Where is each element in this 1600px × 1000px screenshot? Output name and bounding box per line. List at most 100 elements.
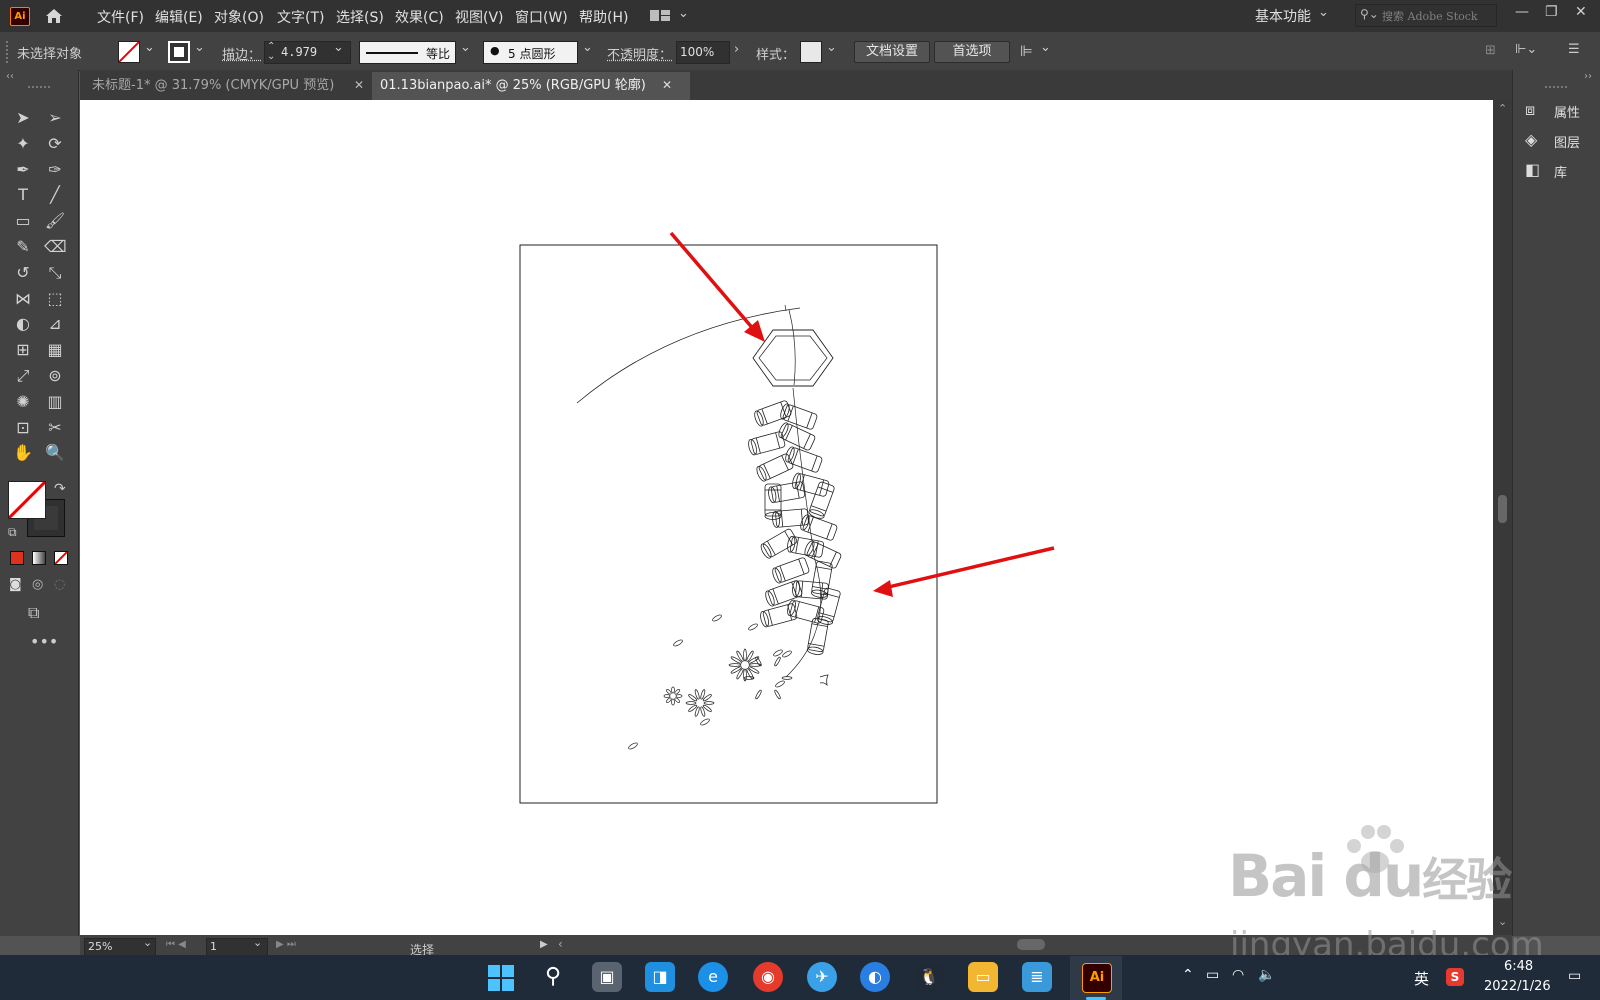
menu-7[interactable]: 视图(V) — [455, 7, 504, 27]
notepad-icon[interactable]: ≣ — [1022, 962, 1052, 992]
libraries-icon[interactable]: ◧ — [1525, 160, 1540, 179]
close-tab-icon[interactable]: ✕ — [354, 78, 364, 92]
draw-behind-icon[interactable]: ◎ — [32, 577, 43, 592]
panel-toggle-icon[interactable]: ⊩⌄ — [1515, 42, 1537, 57]
menu-6[interactable]: 效果(C) — [395, 7, 444, 27]
hand-tool-icon[interactable]: ✋ — [12, 442, 34, 464]
chevron-down-icon[interactable]: ⌄ — [144, 40, 155, 55]
artboard-number-field[interactable]: 1 ⌄ — [206, 936, 268, 956]
chevron-down-icon[interactable]: ⌄ — [582, 40, 593, 55]
pen-tool-icon[interactable]: ✒ — [12, 159, 34, 181]
shaper-tool-icon[interactable]: ✎ — [12, 236, 34, 258]
ime-indicator[interactable]: 英 — [1414, 968, 1429, 989]
next-page-icon[interactable]: ▶ ⏭ — [276, 939, 296, 950]
workspace-switcher[interactable]: 基本功能 — [1255, 6, 1311, 26]
chevron-down-icon[interactable]: ⌄ — [1318, 5, 1329, 20]
brush-definition[interactable]: ● 5 点圆形 — [483, 41, 578, 64]
gradient-tool-icon[interactable]: ▦ — [44, 339, 66, 361]
align-icon[interactable]: ⊫ — [1020, 42, 1033, 60]
home-icon[interactable] — [44, 6, 64, 26]
arrange-icon[interactable]: ⊞ — [1485, 43, 1496, 58]
menu-5[interactable]: 选择(S) — [336, 7, 384, 27]
line-tool-icon[interactable]: ╱ — [44, 184, 66, 206]
eyedropper-tool-icon[interactable]: ⤢ — [12, 365, 34, 387]
canvas[interactable] — [80, 100, 1493, 935]
direct-selection-tool-icon[interactable]: ➢ — [44, 107, 66, 129]
rectangle-tool-icon[interactable]: ▭ — [12, 210, 34, 232]
rotate-tool-icon[interactable]: ↺ — [12, 262, 34, 284]
default-colors-icon[interactable]: ⧉ — [8, 525, 17, 540]
panel-properties[interactable]: 属性 — [1554, 102, 1580, 121]
artboard-tool-icon[interactable]: ⊡ — [12, 417, 34, 439]
zoom-field[interactable]: 25% ⌄ — [84, 936, 156, 956]
shape-builder-icon[interactable]: ◐ — [12, 313, 34, 335]
tray-chevron-icon[interactable]: ⌃ — [1182, 967, 1194, 983]
widgets-icon[interactable]: ◨ — [645, 962, 675, 992]
gradient-mode-icon[interactable] — [32, 551, 46, 565]
close-tab-icon[interactable]: ✕ — [662, 78, 672, 92]
stepper-icon[interactable]: ⌃ ⌄ — [267, 42, 275, 62]
color-mode-icon[interactable] — [10, 551, 24, 565]
preferences-button[interactable]: 首选项 — [934, 41, 1010, 63]
sogou-icon[interactable]: S — [1446, 968, 1464, 986]
fill-swatch[interactable] — [118, 41, 140, 63]
volume-icon[interactable]: 🔈 — [1258, 967, 1275, 983]
free-transform-icon[interactable]: ⬚ — [44, 288, 66, 310]
mesh-tool-icon[interactable]: ⊞ — [12, 339, 34, 361]
chevron-right-icon[interactable]: › — [734, 42, 739, 57]
arrange-documents-icon[interactable] — [650, 9, 672, 23]
swap-icon[interactable]: ↷ — [54, 481, 66, 497]
chevron-down-icon[interactable]: ⌄ — [678, 6, 689, 21]
menu-9[interactable]: 帮助(H) — [579, 7, 628, 27]
chevron-down-icon[interactable]: ⌄ — [1040, 40, 1051, 55]
start-icon[interactable] — [488, 965, 514, 995]
chrome-icon[interactable]: ◉ — [753, 962, 783, 992]
paintbrush-tool-icon[interactable]: 🖌 — [44, 210, 66, 232]
qq-icon[interactable]: 🐧 — [914, 962, 944, 992]
collapse-icon[interactable]: ‹‹ — [6, 71, 14, 82]
wifi-icon[interactable]: ◠ — [1232, 967, 1244, 983]
menu-2[interactable]: 编辑(E) — [155, 7, 203, 27]
perspective-grid-icon[interactable]: ⊿ — [44, 313, 66, 335]
tab-untitled[interactable]: 未标题-1* @ 31.79% (CMYK/GPU 预览) — [84, 72, 370, 100]
file-explorer-icon[interactable]: ▭ — [968, 962, 998, 992]
magic-wand-icon[interactable]: ✦ — [12, 133, 34, 155]
screen-mode-icon[interactable]: ⧉ — [28, 603, 39, 623]
scroll-thumb[interactable] — [1498, 495, 1507, 523]
collapse-icon[interactable]: ›› — [1584, 71, 1592, 82]
fill-color-swatch[interactable] — [7, 480, 47, 520]
tab-bianpao[interactable]: 01.13bianpao.ai* @ 25% (RGB/GPU 轮廓) — [372, 72, 690, 100]
menu-4[interactable]: 文字(T) — [277, 7, 324, 27]
document-setup-button[interactable]: 文档设置 — [854, 41, 930, 63]
curvature-tool-icon[interactable]: ✑ — [44, 159, 66, 181]
battery-icon[interactable]: ▭ — [1206, 967, 1219, 983]
status-menu-icon[interactable]: ▶ — [540, 939, 548, 950]
stroke-weight-input[interactable]: ⌃ ⌄ 4.979 ⌄ — [264, 40, 351, 64]
first-page-icon[interactable]: ⏮ ◀ — [166, 939, 186, 950]
blend-tool-icon[interactable]: ⊚ — [44, 365, 66, 387]
menu-3[interactable]: 对象(O) — [214, 7, 264, 27]
panel-layers[interactable]: 图层 — [1554, 132, 1580, 151]
selection-tool-icon[interactable]: ➤ — [12, 107, 34, 129]
minimize-button[interactable]: — — [1515, 4, 1529, 20]
chevron-down-icon[interactable]: ⌄ — [826, 40, 837, 55]
more-tools-icon[interactable]: ••• — [30, 632, 58, 651]
chevron-down-icon[interactable]: ⌄ — [253, 936, 262, 949]
chevron-down-icon[interactable]: ⌄ — [194, 40, 205, 55]
properties-icon[interactable]: ⧈ — [1525, 100, 1535, 120]
opacity-input[interactable]: 100% — [676, 41, 730, 64]
messenger-icon[interactable]: ✈ — [807, 962, 837, 992]
restore-button[interactable]: ❐ — [1545, 4, 1558, 20]
vertical-scrollbar[interactable]: ⌃ ⌄ — [1493, 100, 1512, 935]
type-tool-icon[interactable]: T — [12, 184, 34, 206]
notification-icon[interactable]: ▭ — [1568, 968, 1581, 984]
illustrator-taskbar-active[interactable]: Ai — [1070, 956, 1122, 1000]
menu-8[interactable]: 窗口(W) — [515, 7, 568, 27]
stroke-swatch[interactable] — [168, 41, 190, 63]
none-mode-icon[interactable] — [54, 551, 68, 565]
slice-tool-icon[interactable]: ✂ — [44, 417, 66, 439]
chevron-down-icon[interactable]: ⌄ — [460, 40, 471, 55]
close-button[interactable]: ✕ — [1575, 4, 1587, 20]
scroll-up-icon[interactable]: ⌃ — [1498, 102, 1507, 115]
scale-tool-icon[interactable]: ⤡ — [44, 262, 66, 284]
